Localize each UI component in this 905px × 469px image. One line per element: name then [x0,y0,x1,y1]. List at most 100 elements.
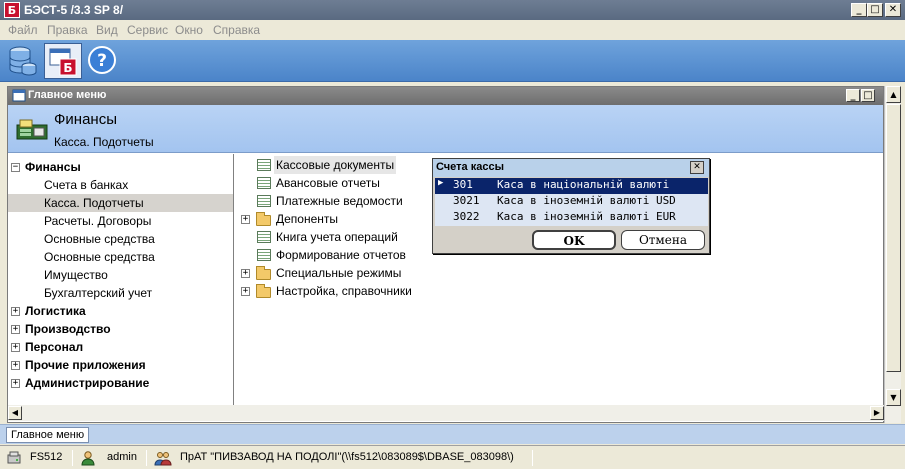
tree-item-label: Касса. Подотчеты [44,196,144,210]
window-icon [12,89,26,102]
scroll-up-button[interactable]: ▲ [886,86,901,103]
cancel-button[interactable]: Отмена [621,230,705,250]
function-item[interactable]: Платежные ведомости [235,192,425,210]
row-pointer-icon: ▶ [438,178,444,188]
status-separator [532,450,533,466]
tree-item[interactable]: − Финансы [8,158,233,176]
menu-file[interactable]: Файл [8,23,38,37]
tree-item-label: Логистика [25,304,86,318]
function-item-label: Формирование отчетов [276,248,406,262]
tree-item[interactable]: Основные средства [8,248,233,266]
tree-item[interactable]: + Персонал [8,338,233,356]
document-list-icon [257,159,271,171]
app-titlebar[interactable]: Б БЭСТ-5 /3.3 SP 8/ _ □ ✕ [0,0,905,20]
horizontal-scrollbar[interactable]: ◀ ▶ [8,405,884,421]
scroll-down-button[interactable]: ▼ [886,389,901,406]
user-name: admin [107,451,137,463]
scroll-thumb[interactable] [886,104,901,372]
tree-item[interactable]: + Прочие приложения [8,356,233,374]
status-separator [72,450,73,466]
inner-maximize-button[interactable]: □ [861,89,875,102]
function-item[interactable]: Книга учета операций [235,228,425,246]
section-header: Финансы Касса. Подотчеты [8,105,883,153]
company-icon [154,452,172,466]
close-button[interactable]: ✕ [885,3,901,17]
tree-item[interactable]: Касса. Подотчеты [8,194,233,212]
main-menu-titlebar[interactable]: Главное меню _ □ [8,87,883,105]
function-item-label: Специальные режимы [276,266,402,280]
tree-item[interactable]: Счета в банках [8,176,233,194]
menu-edit[interactable]: Правка [47,23,88,37]
account-row[interactable]: 3022 Каса в іноземній валюті EUR [435,210,708,226]
server-icon [7,451,21,464]
expand-icon[interactable]: + [241,215,250,224]
maximize-button[interactable]: □ [867,3,883,17]
menu-bar: Файл Правка Вид Сервис Окно Справка [0,20,905,40]
account-code: 301 [453,178,473,191]
tree-item[interactable]: + Логистика [8,302,233,320]
menu-view[interactable]: Вид [96,23,118,37]
tree-item-label: Расчеты. Договоры [44,214,152,228]
document-list-icon [257,231,271,243]
function-item[interactable]: Кассовые документы [235,156,425,174]
tree-item[interactable]: + Производство [8,320,233,338]
cash-register-icon [16,119,48,140]
ok-button[interactable]: OK [532,230,616,250]
expand-icon[interactable]: + [11,361,20,370]
tree-item-label: Финансы [25,160,81,174]
tab-main-menu[interactable]: Главное меню [6,427,90,443]
document-list-icon [257,249,271,261]
help-icon[interactable]: ? [87,45,117,75]
tree-item[interactable]: Бухгалтерский учет [8,284,233,302]
server-name: FS512 [30,451,63,463]
scroll-right-button[interactable]: ▶ [870,406,884,420]
tree-item[interactable]: Имущество [8,266,233,284]
status-separator [146,450,147,466]
function-item[interactable]: + Настройка, справочники [235,282,425,300]
database-icon[interactable] [5,44,39,78]
tree-item-label: Основные средства [44,250,155,264]
svg-text:Б: Б [63,61,72,75]
best-app-icon: Б [4,2,20,18]
vertical-scrollbar[interactable]: ▲ ▼ [884,86,901,423]
dialog-title: Счета кассы [436,161,504,173]
function-item[interactable]: + Специальные режимы [235,264,425,282]
expand-icon[interactable]: + [11,307,20,316]
main-menu-toolbar-button[interactable]: Б [44,43,82,79]
function-item[interactable]: Формирование отчетов [235,246,425,264]
expand-icon[interactable]: + [11,379,20,388]
account-row[interactable]: ▶ 301 Каса в національній валюті [435,178,708,194]
account-name: Каса в іноземній валюті EUR [497,210,676,223]
dialog-titlebar[interactable]: Счета кассы ✕ [433,159,709,177]
inner-minimize-button[interactable]: _ [846,89,860,102]
tree-item[interactable]: Расчеты. Договоры [8,212,233,230]
function-item-label: Кассовые документы [274,156,397,174]
section-title: Финансы [54,111,117,128]
menu-service[interactable]: Сервис [127,23,168,37]
expand-icon[interactable]: + [11,325,20,334]
tree-item-label: Бухгалтерский учет [44,286,153,300]
menu-window[interactable]: Окно [175,23,203,37]
account-name: Каса в національній валюті [497,178,670,191]
tree-item[interactable]: Основные средства [8,230,233,248]
collapse-icon[interactable]: − [11,163,20,172]
tree-item-label: Производство [25,322,111,336]
expand-icon[interactable]: + [241,287,250,296]
function-item-label: Настройка, справочники [276,284,412,298]
accounts-list[interactable]: ▶ 301 Каса в національній валюті 3021 Ка… [435,178,708,226]
dialog-close-icon[interactable]: ✕ [690,161,704,174]
function-item[interactable]: + Депоненты [235,210,425,228]
document-list-icon [257,195,271,207]
expand-icon[interactable]: + [241,269,250,278]
function-item-label: Платежные ведомости [276,194,403,208]
scroll-left-button[interactable]: ◀ [8,406,22,420]
function-item[interactable]: Авансовые отчеты [235,174,425,192]
tree-item-label: Персонал [25,340,84,354]
account-code: 3022 [453,210,480,223]
minimize-button[interactable]: _ [851,3,867,17]
menu-help[interactable]: Справка [213,23,260,37]
account-row[interactable]: 3021 Каса в іноземній валюті USD [435,194,708,210]
tree-item[interactable]: + Администрирование [8,374,233,392]
tree-item-label: Счета в банках [44,178,129,192]
expand-icon[interactable]: + [11,343,20,352]
